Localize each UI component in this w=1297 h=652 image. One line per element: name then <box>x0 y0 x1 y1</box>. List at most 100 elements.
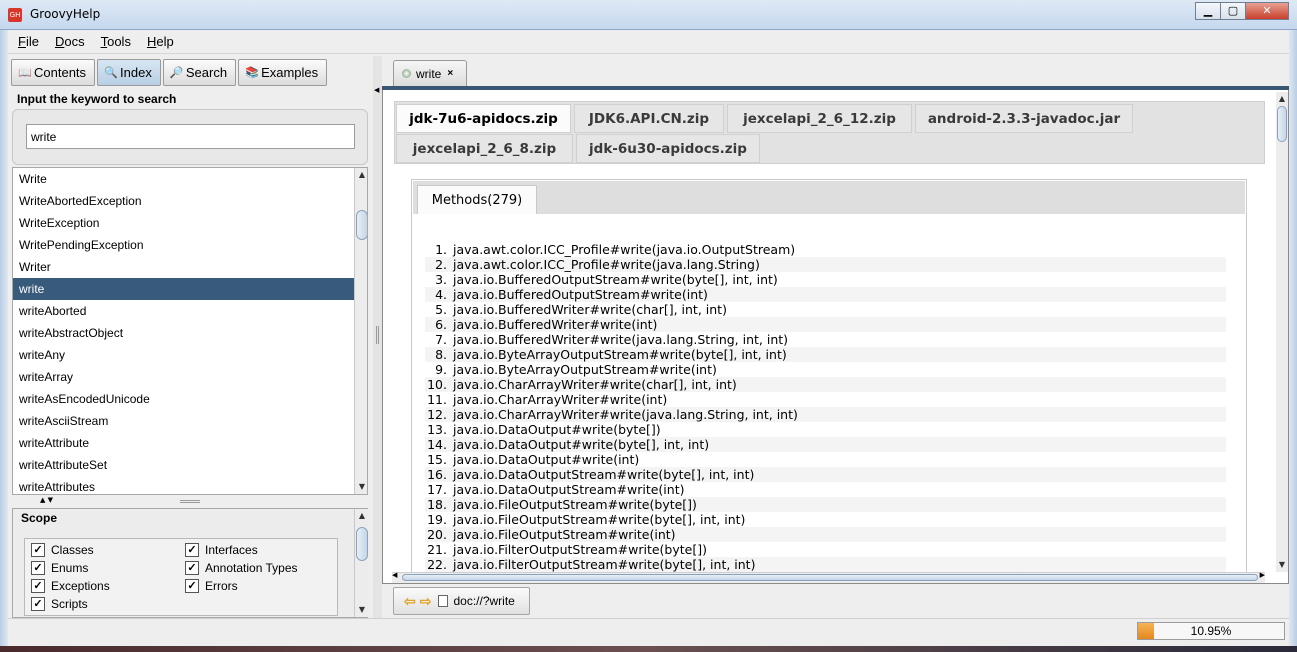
doc-tab-write[interactable]: write × <box>393 60 467 86</box>
checkbox-annotation-types[interactable]: ✓ Annotation Types <box>185 561 298 575</box>
method-link[interactable]: java.io.BufferedOutputStream#write(byte[… <box>453 272 778 287</box>
method-link[interactable]: java.io.DataOutput#write(byte[], int, in… <box>453 437 709 452</box>
scroll-down-arrow[interactable]: ▼ <box>355 480 367 494</box>
method-link[interactable]: java.io.FilterOutputStream#write(byte[]) <box>453 542 707 557</box>
index-list-item[interactable]: writeAttribute <box>13 432 354 454</box>
method-link[interactable]: java.io.BufferedWriter#write(char[], int… <box>453 302 727 317</box>
method-link[interactable]: java.io.ByteArrayOutputStream#write(int) <box>453 362 717 377</box>
index-list-item[interactable]: write <box>13 278 354 300</box>
keyword-input[interactable] <box>26 124 355 149</box>
tab-examples[interactable]: 📚 Examples <box>238 59 328 86</box>
method-link[interactable]: java.io.DataOutputStream#write(int) <box>453 482 684 497</box>
tab-search[interactable]: 🔎 Search <box>162 59 237 86</box>
checkbox-errors[interactable]: ✓ Errors <box>185 579 238 593</box>
method-link[interactable]: java.io.FileOutputStream#write(byte[], i… <box>453 512 745 527</box>
checkbox-exceptions[interactable]: ✓ Exceptions <box>31 579 110 593</box>
index-list-item[interactable]: writeAttributeSet <box>13 454 354 476</box>
checkbox-interfaces[interactable]: ✓ Interfaces <box>185 543 258 557</box>
method-link[interactable]: java.io.CharArrayWriter#write(java.lang.… <box>453 407 798 422</box>
back-arrow-icon[interactable]: ⇦ <box>404 593 416 610</box>
split-divider[interactable]: ▲ ▼ <box>12 496 368 507</box>
index-list-item[interactable]: writeAbstractObject <box>13 322 354 344</box>
scroll-thumb[interactable] <box>1277 106 1287 142</box>
app-icon: GH <box>8 8 22 22</box>
scroll-thumb[interactable] <box>402 574 1258 581</box>
method-number: 6. <box>435 317 447 332</box>
scroll-down-arrow[interactable]: ▼ <box>355 603 369 617</box>
scroll-thumb[interactable] <box>356 210 367 240</box>
checkbox-classes[interactable]: ✓ Classes <box>31 543 94 557</box>
collapse-left-arrow-icon[interactable]: ◀ <box>374 86 379 94</box>
method-link[interactable]: java.awt.color.ICC_Profile#write(java.la… <box>453 257 760 272</box>
method-link[interactable]: java.io.DataOutput#write(byte[]) <box>453 422 661 437</box>
scope-title: Scope <box>21 511 58 525</box>
menu-help[interactable]: Help <box>147 34 174 49</box>
index-list-item[interactable]: Write <box>13 168 354 190</box>
scroll-up-arrow[interactable]: ▲ <box>355 168 367 182</box>
scope-scrollbar[interactable]: ▲ ▼ <box>354 509 368 617</box>
checkbox-enums[interactable]: ✓ Enums <box>31 561 88 575</box>
maximize-button[interactable]: ▢ <box>1220 2 1246 20</box>
check-icon: ✓ <box>185 579 199 593</box>
scroll-right-arrow[interactable]: ▶ <box>1260 571 1265 579</box>
zip-tab-android-javadoc[interactable]: android-2.3.3-javadoc.jar <box>915 104 1133 133</box>
zip-tab-jdk-6u30[interactable]: jdk-6u30-apidocs.zip <box>576 134 760 163</box>
collapse-arrows-icon[interactable]: ▲ ▼ <box>40 496 53 504</box>
index-list-item[interactable]: writeArray <box>13 366 354 388</box>
method-number: 4. <box>435 287 447 302</box>
index-list-item[interactable]: writeAborted <box>13 300 354 322</box>
method-link[interactable]: java.io.BufferedWriter#write(int) <box>453 317 657 332</box>
method-link[interactable]: java.io.BufferedOutputStream#write(int) <box>453 287 708 302</box>
index-list-item[interactable]: Writer <box>13 256 354 278</box>
method-link[interactable]: java.io.CharArrayWriter#write(int) <box>453 392 667 407</box>
method-link[interactable]: java.io.DataOutputStream#write(byte[], i… <box>453 467 754 482</box>
tab-contents[interactable]: 📖 Contents <box>11 59 96 86</box>
method-link[interactable]: java.io.DataOutput#write(int) <box>453 452 639 467</box>
method-number: 19. <box>427 512 447 527</box>
method-link[interactable]: java.io.ByteArrayOutputStream#write(byte… <box>453 347 787 362</box>
methods-tab-bar <box>413 181 1245 214</box>
index-list-item[interactable]: writeAsciiStream <box>13 410 354 432</box>
method-number: 7. <box>435 332 447 347</box>
vertical-splitter[interactable]: ◀ <box>373 56 382 618</box>
method-number: 14. <box>427 437 447 452</box>
menu-tools[interactable]: Tools <box>101 34 131 49</box>
zip-tab-jexcelapi-2-6-12[interactable]: jexcelapi_2_6_12.zip <box>727 104 912 133</box>
content-horizontal-scrollbar[interactable]: ◀ ▶ <box>392 571 1265 583</box>
tab-methods[interactable]: Methods(279) <box>417 185 537 214</box>
tab-index[interactable]: 🔍 Index <box>97 59 161 86</box>
status-bar <box>8 618 1289 646</box>
scroll-down-arrow[interactable]: ▼ <box>1276 558 1288 572</box>
checkbox-scripts[interactable]: ✓ Scripts <box>31 597 88 611</box>
scroll-up-arrow[interactable]: ▲ <box>1276 92 1288 106</box>
menu-docs[interactable]: Docs <box>55 34 85 49</box>
index-list-scrollbar[interactable]: ▲ ▼ <box>354 168 367 494</box>
zip-tab-jdk-7u6[interactable]: jdk-7u6-apidocs.zip <box>396 104 571 133</box>
scroll-thumb[interactable] <box>356 527 368 561</box>
index-list-item[interactable]: writeAsEncodedUnicode <box>13 388 354 410</box>
method-link[interactable]: java.io.FilterOutputStream#write(byte[],… <box>453 557 755 572</box>
content-scrollbar[interactable]: ▲ ▼ <box>1276 92 1288 572</box>
close-button[interactable]: ✕ <box>1245 2 1289 20</box>
method-link[interactable]: java.io.BufferedWriter#write(java.lang.S… <box>453 332 788 347</box>
method-link[interactable]: java.io.FileOutputStream#write(byte[]) <box>453 497 697 512</box>
index-list-item[interactable]: WriteException <box>13 212 354 234</box>
method-link[interactable]: java.io.FileOutputStream#write(int) <box>453 527 676 542</box>
zip-tab-jdk6-api-cn[interactable]: JDK6.API.CN.zip <box>574 104 724 133</box>
method-row: 2. java.awt.color.ICC_Profile#write(java.… <box>425 257 1226 272</box>
method-number: 15. <box>427 452 447 467</box>
index-list-item[interactable]: writeAny <box>13 344 354 366</box>
close-tab-icon[interactable]: × <box>447 68 453 79</box>
index-list-item[interactable]: WriteAbortedException <box>13 190 354 212</box>
forward-arrow-icon[interactable]: ⇨ <box>420 593 432 610</box>
menu-file[interactable]: File <box>18 34 39 49</box>
zip-tab-jexcelapi-2-6-8[interactable]: jexcelapi_2_6_8.zip <box>396 134 573 163</box>
scroll-left-arrow[interactable]: ◀ <box>392 571 397 579</box>
window-border-right <box>1289 30 1297 646</box>
method-link[interactable]: java.awt.color.ICC_Profile#write(java.io… <box>453 242 795 257</box>
index-list-item[interactable]: WritePendingException <box>13 234 354 256</box>
index-list-item[interactable]: writeAttributes <box>13 476 354 494</box>
scroll-up-arrow[interactable]: ▲ <box>355 509 369 523</box>
minimize-button[interactable]: ▁ <box>1195 2 1221 20</box>
method-link[interactable]: java.io.CharArrayWriter#write(char[], in… <box>453 377 737 392</box>
